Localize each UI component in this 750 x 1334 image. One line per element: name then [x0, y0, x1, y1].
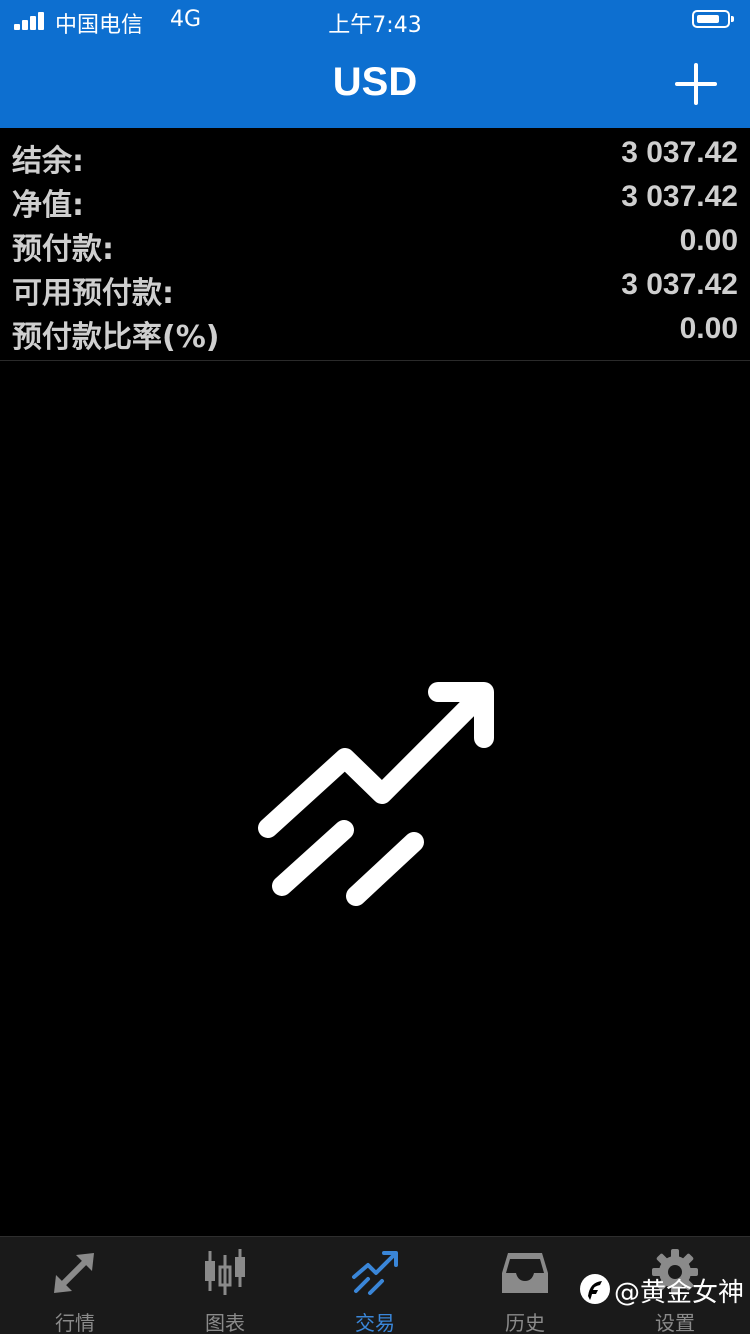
tab-label: 历史 — [505, 1311, 545, 1334]
watermark-text: @黄金女神 — [614, 1278, 745, 1308]
page-title: USD — [332, 60, 418, 104]
summary-label: 结余: — [12, 144, 84, 179]
history-inbox-icon — [502, 1253, 548, 1293]
status-bar: 中国电信 4G 上午7:43 — [0, 0, 750, 40]
status-time: 上午7:43 — [328, 13, 422, 38]
summary-row-balance: 结余: 3 037.42 — [0, 132, 750, 179]
tab-label: 图表 — [205, 1311, 245, 1334]
summary-row-equity: 净值: 3 037.42 — [0, 176, 750, 223]
summary-value: 0.00 — [679, 224, 738, 257]
summary-label: 预付款: — [12, 232, 114, 267]
summary-row-margin: 预付款: 0.00 — [0, 220, 750, 267]
candlestick-chart-icon — [205, 1249, 245, 1295]
tab-label: 设置 — [655, 1311, 695, 1334]
watermark-logo-icon — [580, 1274, 610, 1304]
trade-screen: 中国电信 4G 上午7:43 USD 结余: 3 037.42 净值: 3 03… — [0, 0, 750, 1334]
quotes-arrows-icon — [54, 1253, 94, 1293]
summary-value: 3 037.42 — [621, 180, 738, 213]
battery-icon — [692, 10, 734, 28]
summary-row-margin-level: 预付款比率(%) 0.00 — [0, 308, 750, 355]
add-button[interactable] — [674, 62, 718, 106]
top-bar: 中国电信 4G 上午7:43 USD — [0, 0, 750, 128]
tab-label: 行情 — [55, 1311, 95, 1334]
summary-value: 3 037.42 — [621, 136, 738, 169]
tab-label: 交易 — [355, 1311, 395, 1334]
trade-trend-icon — [352, 1251, 398, 1295]
tab-charts[interactable]: 图表 — [150, 1237, 300, 1334]
summary-row-free-margin: 可用预付款: 3 037.42 — [0, 264, 750, 311]
account-summary: 结余: 3 037.42 净值: 3 037.42 预付款: 0.00 可用预付… — [0, 132, 750, 361]
tab-trade[interactable]: 交易 — [300, 1237, 450, 1334]
summary-label: 预付款比率(%) — [12, 320, 220, 355]
trade-trend-arrow-icon — [250, 678, 502, 914]
summary-value: 3 037.42 — [621, 268, 738, 301]
tab-quotes[interactable]: 行情 — [0, 1237, 150, 1334]
summary-label: 可用预付款: — [12, 276, 174, 311]
summary-value: 0.00 — [679, 312, 738, 345]
summary-label: 净值: — [12, 188, 84, 223]
plus-icon — [675, 63, 717, 105]
